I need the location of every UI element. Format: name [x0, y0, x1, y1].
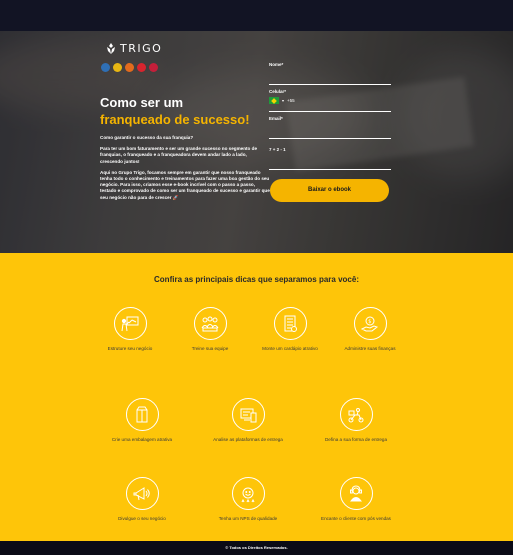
- ebook-form: Nome* Celular* ▾ +55 Email* 7 + 2 - 1: [269, 62, 391, 174]
- tip-icon-circle: [273, 307, 307, 340]
- tip-label: Divulgue o seu negócio: [118, 516, 166, 521]
- email-input-underline: [269, 138, 391, 139]
- tip-label: Administre suas finanças: [344, 346, 396, 351]
- captcha-label: 7 + 2 - 1: [269, 147, 286, 152]
- footer: © Todos os Direitos Reservados.: [0, 541, 513, 555]
- tip-label: Monte um cardápio atrativo: [262, 346, 318, 351]
- hero-title: Como ser um franqueado de sucesso!: [100, 94, 250, 128]
- tip-label: Defina a sua forma de entrega: [324, 437, 388, 442]
- badge-orange-icon: [125, 63, 134, 72]
- package-icon: [136, 406, 148, 422]
- brand-name: TRIGO: [120, 42, 163, 55]
- presenter-board-icon: [121, 316, 139, 331]
- hero-description: Como garantir o sucesso da sua franquia?…: [100, 135, 270, 206]
- tip-icon-circle: [339, 398, 373, 431]
- phone-input-underline: [269, 111, 391, 112]
- name-field[interactable]: Nome*: [269, 62, 391, 89]
- badge-gold-icon: [113, 63, 122, 72]
- svg-text:$: $: [368, 319, 371, 325]
- tip-item: Defina a sua forma de entrega: [311, 398, 401, 443]
- hero-paragraph: Para ter um bom faturamento e ser um gra…: [100, 146, 257, 164]
- tip-label: Crie uma embalagem atrativa: [111, 437, 173, 442]
- customer-service-icon: [350, 484, 362, 501]
- tip-item: Crie uma embalagem atrativa: [97, 398, 187, 443]
- tip-label: Tenha um NPS de qualidade: [218, 516, 278, 521]
- tip-icon-circle: [339, 477, 373, 510]
- badge-blue-icon: [101, 63, 110, 72]
- name-label: Nome*: [269, 62, 284, 67]
- tip-item: Monte um cardápio atrativo: [245, 307, 335, 352]
- team-icon: [201, 316, 219, 331]
- tip-icon-circle: [113, 307, 147, 340]
- captcha-input-underline: [269, 169, 391, 170]
- email-field[interactable]: Email*: [269, 116, 391, 143]
- tip-icon-circle: [125, 398, 159, 431]
- tip-icon-circle: [125, 477, 159, 510]
- menu-card-icon: [284, 315, 297, 332]
- brand-logo[interactable]: TRIGO: [106, 42, 162, 55]
- email-label: Email*: [269, 116, 283, 121]
- tip-item: $ Administre suas finanças: [325, 307, 415, 352]
- captcha-field[interactable]: 7 + 2 - 1: [269, 147, 391, 174]
- phone-field[interactable]: Celular* ▾ +55: [269, 89, 391, 116]
- tip-icon-circle: $: [353, 307, 387, 340]
- top-bar: [0, 0, 513, 31]
- badge-red-icon: [137, 63, 146, 72]
- download-ebook-button[interactable]: Baixar o ebook: [270, 179, 389, 202]
- tip-item: Treine sua equipe: [165, 307, 255, 352]
- devices-icon: [240, 408, 257, 422]
- phone-country-code: +55: [287, 98, 295, 103]
- tip-icon-circle: [231, 398, 265, 431]
- delivery-scooter-icon: [348, 407, 364, 422]
- tip-item: Encante o cliente com pós vendas: [311, 477, 401, 522]
- hero-paragraph: Aqui no Grupo Trigo, focamos sempre em g…: [100, 169, 270, 200]
- brand-badges: [101, 63, 158, 72]
- rating-icon: [241, 487, 255, 502]
- badge-crimson-icon: [149, 63, 158, 72]
- tip-icon-circle: [193, 307, 227, 340]
- trigo-logo-icon: [107, 43, 115, 54]
- tip-item: Estruture seu negócio: [85, 307, 175, 352]
- name-input-underline: [269, 84, 391, 85]
- tips-section: Confira as principais dicas que separamo…: [0, 253, 513, 541]
- tip-label: Estruture seu negócio: [107, 346, 153, 351]
- tip-label: Analise as plataformas de entrega: [213, 437, 283, 442]
- copyright-text: © Todos os Direitos Reservados.: [225, 545, 288, 550]
- hero-paragraph: Como garantir o sucesso da sua franquia?: [100, 135, 194, 140]
- tip-icon-circle: [231, 477, 265, 510]
- brazil-flag-icon: [269, 97, 279, 104]
- hero-title-line2: franqueado de sucesso!: [100, 112, 250, 127]
- phone-country-select[interactable]: ▾ +55: [269, 97, 295, 104]
- tip-item: Tenha um NPS de qualidade: [203, 477, 293, 522]
- chevron-down-icon: ▾: [282, 98, 285, 103]
- tip-item: Analise as plataformas de entrega: [203, 398, 293, 443]
- tip-item: Divulgue o seu negócio: [97, 477, 187, 522]
- tip-label: Encante o cliente com pós vendas: [321, 516, 391, 521]
- tip-label: Treine sua equipe: [191, 346, 229, 351]
- hero-title-line1: Como ser um: [100, 95, 184, 110]
- tips-title: Confira as principais dicas que separamo…: [154, 275, 359, 284]
- phone-label: Celular*: [269, 89, 287, 94]
- megaphone-icon: [133, 486, 150, 500]
- money-hand-icon: $: [360, 316, 379, 331]
